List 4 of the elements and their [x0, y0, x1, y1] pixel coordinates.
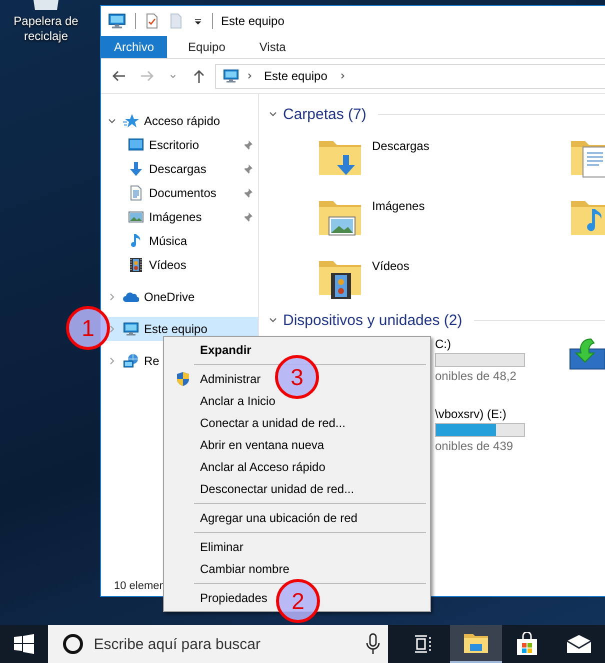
drive-space-text: onibles de 439	[435, 439, 514, 453]
drive-space-text: onibles de 48,2	[435, 369, 518, 383]
step-marker: 1	[66, 306, 110, 350]
window-title: Este equipo	[221, 14, 284, 28]
